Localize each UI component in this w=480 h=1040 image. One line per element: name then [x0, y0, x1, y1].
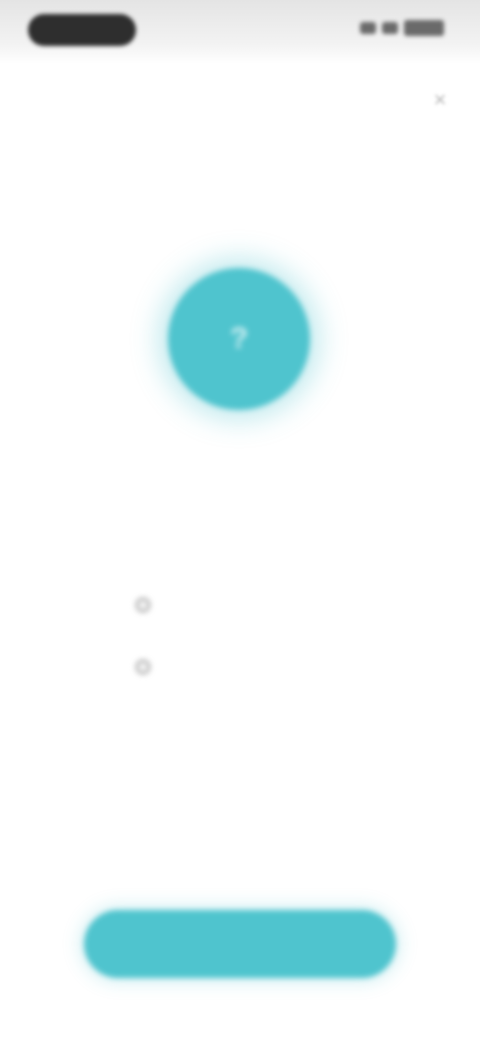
continue-button[interactable] [84, 910, 396, 978]
option-2[interactable] [136, 652, 172, 682]
signal-icon [360, 22, 376, 34]
status-bar [0, 0, 480, 64]
radio-icon [136, 660, 150, 674]
battery-icon [404, 20, 444, 36]
wifi-icon [382, 22, 398, 34]
option-1[interactable] [136, 590, 172, 620]
close-button[interactable]: × [424, 84, 456, 116]
screen: × ? [0, 0, 480, 1040]
status-icons [360, 20, 444, 36]
hero-illustration: ? [168, 268, 310, 410]
check-icon: ? [229, 322, 249, 355]
status-time [28, 14, 136, 46]
radio-icon [136, 598, 150, 612]
close-icon: × [433, 87, 447, 112]
